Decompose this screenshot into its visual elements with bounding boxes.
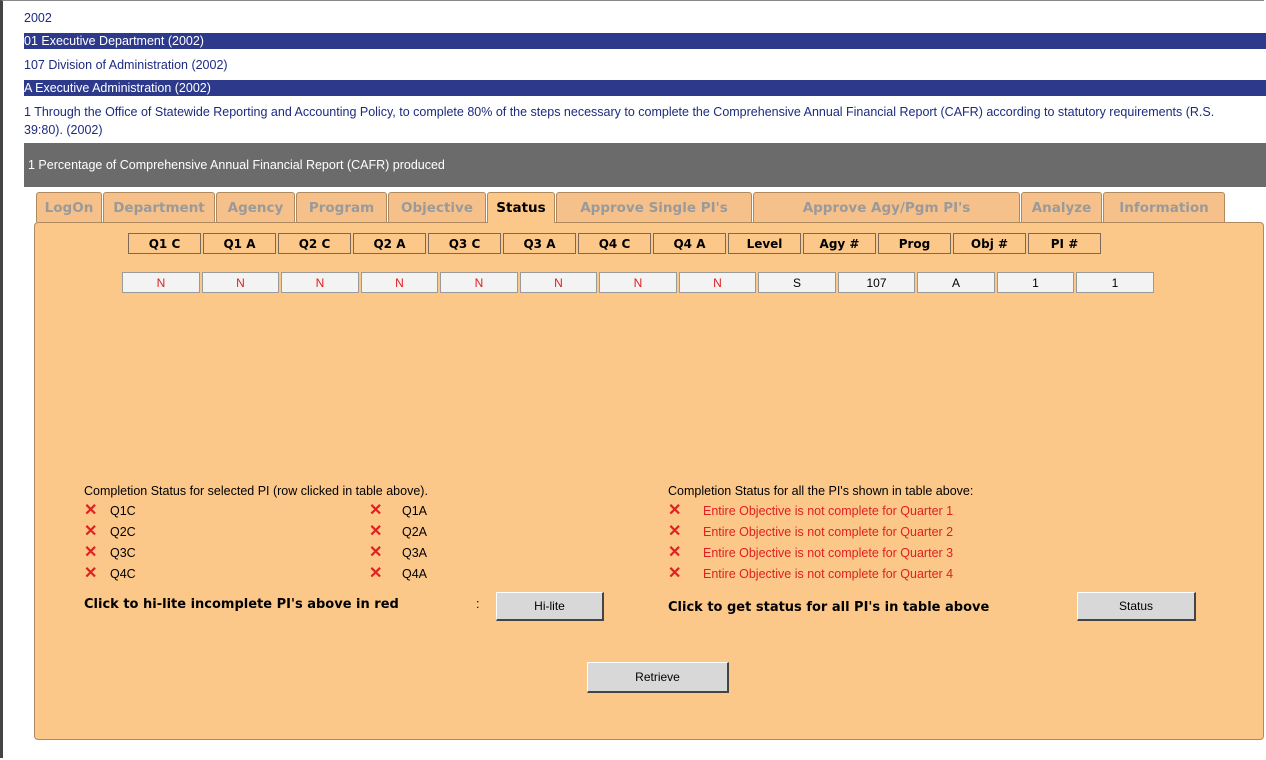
objective-header[interactable]: 1 Through the Office of Statewide Report… xyxy=(24,103,1234,139)
x-mark-icon: ✕ xyxy=(668,523,682,540)
table-cell[interactable]: N xyxy=(520,272,597,293)
indicator-label: 1 Percentage of Comprehensive Annual Fin… xyxy=(28,158,445,172)
tab-approve-single[interactable]: Approve Single PI's xyxy=(556,192,752,222)
table-row[interactable]: N N N N N N N N S 107 A 1 1 xyxy=(122,272,1154,293)
column-header[interactable]: Q2 C xyxy=(278,233,351,254)
table-cell[interactable]: N xyxy=(679,272,756,293)
hilite-separator: : xyxy=(476,597,480,611)
table-cell[interactable]: N xyxy=(122,272,200,293)
x-mark-icon: ✕ xyxy=(369,523,383,540)
x-mark-icon: ✕ xyxy=(369,502,383,519)
tab-logon[interactable]: LogOn xyxy=(36,192,102,222)
x-mark-icon: ✕ xyxy=(668,565,682,582)
column-header[interactable]: Q3 A xyxy=(503,233,576,254)
quarter-status-1: Entire Objective is not complete for Qua… xyxy=(703,504,954,518)
x-mark-icon: ✕ xyxy=(84,544,98,561)
status-item-q1a: Q1A xyxy=(402,504,428,518)
table-cell[interactable]: N xyxy=(361,272,438,293)
column-header[interactable]: Agy # xyxy=(803,233,876,254)
x-mark-icon: ✕ xyxy=(84,502,98,519)
pi-table: N N N N N N N N S 107 A 1 1 xyxy=(120,270,1156,295)
column-header[interactable]: Q4 C xyxy=(578,233,651,254)
quarter-status-3: Entire Objective is not complete for Qua… xyxy=(703,546,954,560)
column-header[interactable]: Q4 A xyxy=(653,233,726,254)
department-header[interactable]: 01 Executive Department (2002) xyxy=(24,33,1266,49)
status-item-q4a: Q4A xyxy=(402,567,428,581)
tab-status[interactable]: Status xyxy=(487,192,555,223)
all-status-title: Completion Status for all the PI's shown… xyxy=(668,484,974,498)
retrieve-button[interactable]: Retrieve xyxy=(587,662,729,693)
pi-table-header: Q1 C Q1 A Q2 C Q2 A Q3 C Q3 A Q4 C Q4 A … xyxy=(126,231,1103,256)
column-header[interactable]: Prog xyxy=(878,233,951,254)
x-mark-icon: ✕ xyxy=(84,523,98,540)
program-header[interactable]: A Executive Administration (2002) xyxy=(24,80,1266,96)
status-label: Click to get status for all PI's in tabl… xyxy=(668,600,990,615)
status-button[interactable]: Status xyxy=(1077,592,1196,621)
tab-analyze[interactable]: Analyze xyxy=(1021,192,1102,222)
table-cell[interactable]: N xyxy=(281,272,359,293)
x-mark-icon: ✕ xyxy=(369,544,383,561)
table-cell[interactable]: N xyxy=(440,272,518,293)
status-item-q4c: Q4C xyxy=(110,567,136,581)
column-header[interactable]: Q2 A xyxy=(353,233,426,254)
x-mark-icon: ✕ xyxy=(369,565,383,582)
x-mark-icon: ✕ xyxy=(84,565,98,582)
column-header[interactable]: Q3 C xyxy=(428,233,501,254)
tab-program[interactable]: Program xyxy=(296,192,387,222)
hilite-button[interactable]: Hi-lite xyxy=(496,592,604,621)
quarter-status-4: Entire Objective is not complete for Qua… xyxy=(703,567,954,581)
x-mark-icon: ✕ xyxy=(668,544,682,561)
indicator-header[interactable]: 1 Percentage of Comprehensive Annual Fin… xyxy=(24,143,1266,187)
selected-status-title: Completion Status for selected PI (row c… xyxy=(84,484,428,498)
tab-objective[interactable]: Objective xyxy=(388,192,486,222)
status-item-q1c: Q1C xyxy=(110,504,136,518)
tab-information[interactable]: Information xyxy=(1103,192,1225,222)
table-cell[interactable]: A xyxy=(917,272,995,293)
table-cell[interactable]: 107 xyxy=(838,272,915,293)
table-cell[interactable]: S xyxy=(758,272,836,293)
tab-agency[interactable]: Agency xyxy=(216,192,295,222)
table-cell[interactable]: 1 xyxy=(1076,272,1154,293)
tab-department[interactable]: Department xyxy=(103,192,215,222)
table-cell[interactable]: N xyxy=(202,272,279,293)
tab-approve-agy-pgm[interactable]: Approve Agy/Pgm PI's xyxy=(753,192,1020,222)
column-header[interactable]: Q1 C xyxy=(128,233,201,254)
column-header[interactable]: Q1 A xyxy=(203,233,276,254)
column-header[interactable]: Level xyxy=(728,233,801,254)
column-header[interactable]: Obj # xyxy=(953,233,1026,254)
quarter-status-2: Entire Objective is not complete for Qua… xyxy=(703,525,954,539)
status-item-q2c: Q2C xyxy=(110,525,136,539)
agency-header[interactable]: 107 Division of Administration (2002) xyxy=(24,57,1266,73)
hilite-label: Click to hi-lite incomplete PI's above i… xyxy=(84,597,399,612)
year-header[interactable]: 2002 xyxy=(24,10,1266,26)
status-item-q3c: Q3C xyxy=(110,546,136,560)
table-cell[interactable]: 1 xyxy=(997,272,1074,293)
column-header[interactable]: PI # xyxy=(1028,233,1101,254)
table-cell[interactable]: N xyxy=(599,272,677,293)
x-mark-icon: ✕ xyxy=(668,502,682,519)
status-item-q2a: Q2A xyxy=(402,525,428,539)
tab-bar: LogOn Department Agency Program Objectiv… xyxy=(36,192,1226,223)
status-item-q3a: Q3A xyxy=(402,546,428,560)
